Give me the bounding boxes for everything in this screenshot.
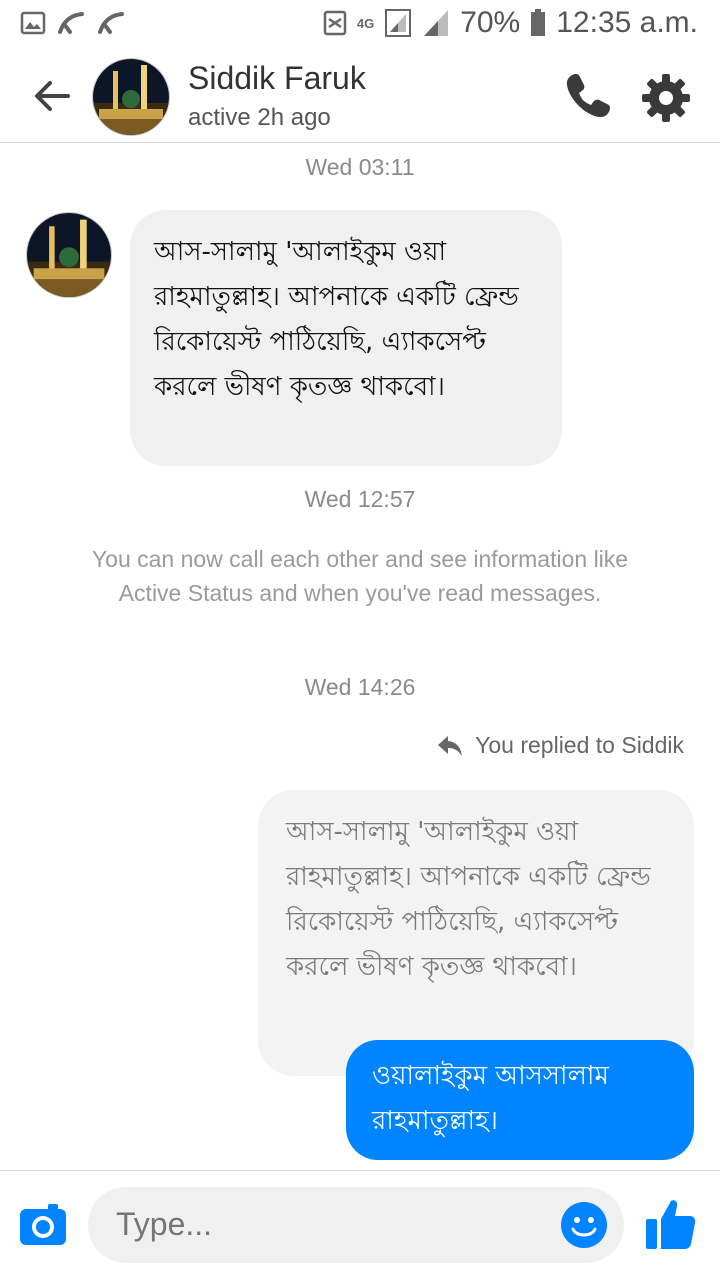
mosque-night-image [93,59,169,135]
signal-sim1-icon [385,9,412,37]
battery-icon [531,9,546,36]
back-arrow-icon[interactable] [28,72,76,120]
gear-icon[interactable] [640,72,692,124]
outgoing-message[interactable]: ওয়ালাইকুম আসসালাম রাহমাতুল্লাহ। [346,1040,694,1160]
thumbs-up-icon[interactable] [644,1197,696,1251]
mosque-night-image [27,213,111,297]
status-bar: 4G 70% 12:35 a.m. [0,0,720,50]
timestamp: Wed 14:26 [304,674,416,700]
reply-indicator-text: You replied to Siddik [475,732,684,758]
contact-avatar[interactable] [92,58,170,136]
active-status: active 2h ago [188,104,331,131]
sender-avatar[interactable] [26,212,112,298]
camera-icon[interactable] [18,1201,68,1247]
timestamp: Wed 03:11 [305,154,415,180]
emoji-icon[interactable] [560,1201,608,1249]
message-notification-icon [323,10,347,36]
timestamp: Wed 12:57 [304,486,416,512]
incoming-message[interactable]: আস-সালামু 'আলাইকুম ওয়া রাহমাতুল্লাহ। আপ… [130,210,562,466]
clock: 12:35 a.m. [556,6,698,39]
contact-name[interactable]: Siddik Faruk [188,60,366,97]
status-right: 4G 70% 12:35 a.m. [323,6,698,40]
message-composer [0,1170,720,1281]
message-input[interactable] [114,1205,538,1244]
phone-icon[interactable] [562,70,614,122]
message-input-container[interactable] [88,1187,624,1263]
gallery-notification-icon [20,11,46,35]
conversation-header: Siddik Faruk active 2h ago [0,50,720,143]
network-type: 4G [356,15,375,31]
missed-call-icon-2 [98,12,124,34]
signal-sim2-icon [424,10,449,36]
battery-percent: 70% [460,6,521,39]
quoted-message[interactable]: আস-সালামু 'আলাইকুম ওয়া রাহমাতুল্লাহ। আপ… [258,790,694,1076]
system-message: You can now call each other and see info… [91,546,629,606]
missed-call-icon [58,12,84,34]
reply-indicator: You replied to Siddik [437,732,684,759]
reply-arrow-icon [438,735,463,756]
status-left-icons [20,10,126,36]
